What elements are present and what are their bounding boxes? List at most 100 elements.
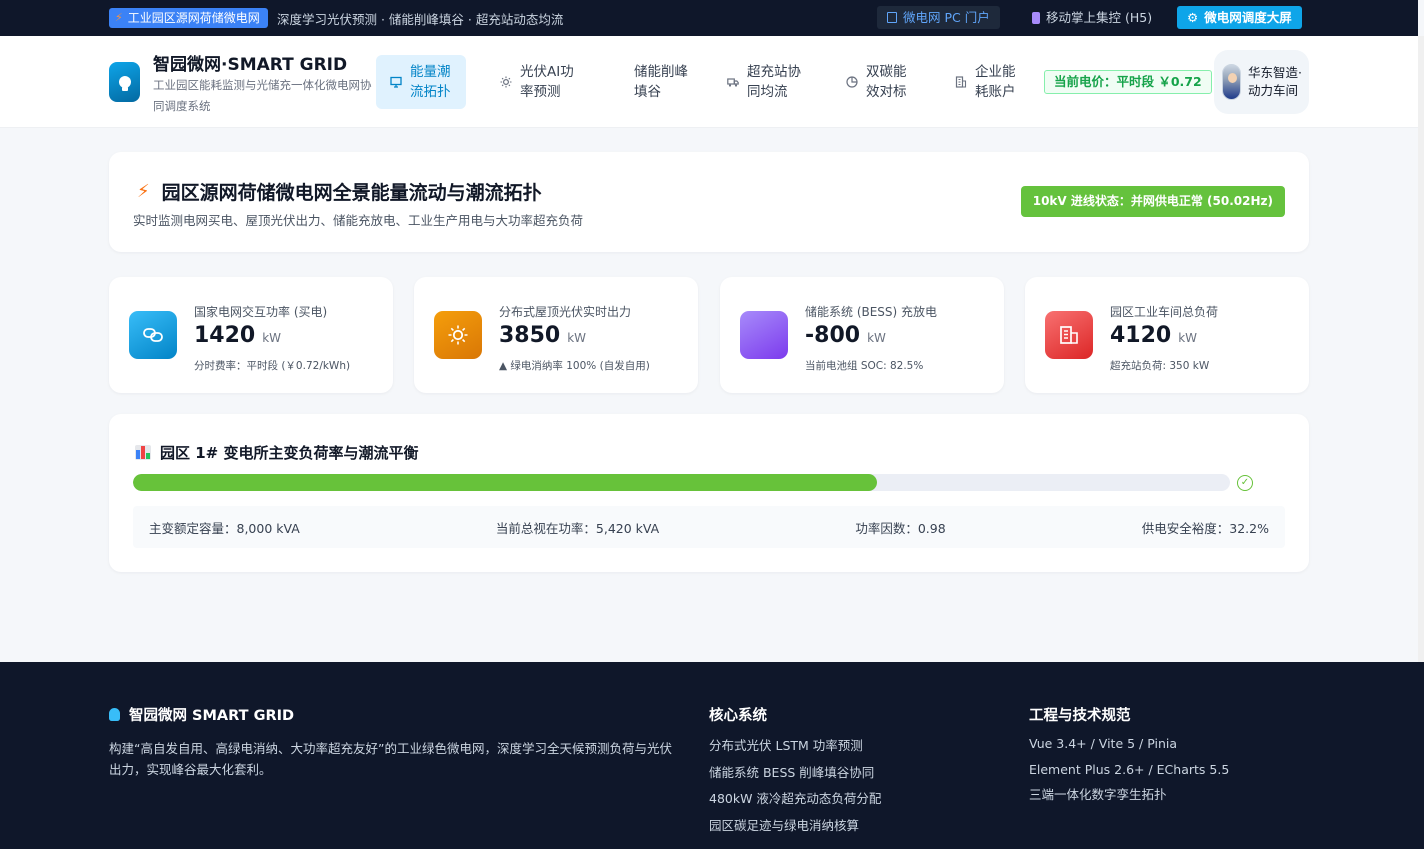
phone-icon	[1032, 11, 1040, 24]
big-screen-link[interactable]: ⚙ 微电网调度大屏	[1177, 6, 1302, 29]
footer-core-list: 分布式光伏 LSTM 功率预测 储能系统 BESS 削峰填谷协同 480kW 液…	[709, 735, 881, 841]
kpi-note: ▲ 绿电消纳率 100% (自发自用)	[499, 360, 650, 372]
link-icon	[129, 311, 177, 359]
grid-status-badge: 10kV 进线状态：并网供电正常 (50.02Hz)	[1020, 186, 1285, 217]
apparent-power: 当前总视在功率：5,420 kVA	[495, 520, 660, 536]
nav-label: 双碳能效对标	[866, 64, 907, 100]
page-title: ⚡ 园区源网荷储微电网全景能量流动与潮流拓扑	[137, 178, 542, 205]
kpi-card-pv-output: 分布式屋顶光伏实时出力 3850 kW ▲ 绿电消纳率 100% (自发自用)	[414, 277, 698, 393]
nav-energy-topology[interactable]: 能量潮流拓扑	[376, 55, 466, 109]
kpi-card-factory-load: 园区工业车间总负荷 4120 kW 超充站负荷: 350 kW	[1025, 277, 1309, 393]
electricity-price-tag: 当前电价：平时段 ￥0.72	[1044, 70, 1212, 94]
nav-label: 超充站协同均流	[747, 64, 801, 100]
sun-icon	[500, 76, 512, 88]
topology-hero-card: ⚡ 园区源网荷储微电网全景能量流动与潮流拓扑 实时监测电网买电、屋顶光伏出力、储…	[109, 152, 1309, 252]
pie-chart-icon	[846, 76, 858, 88]
top-slogan: 深度学习光伏预测 · 储能削峰填谷 · 超充站动态均流	[277, 12, 564, 27]
pc-portal-link[interactable]: 微电网 PC 门户	[877, 6, 1000, 29]
user-menu[interactable]: 华东智造·动力车间	[1214, 50, 1309, 114]
lightbulb-icon	[109, 708, 120, 721]
kpi-number: 3850	[499, 323, 561, 348]
system-badge: ⚡ 工业园区源网荷储微电网	[109, 8, 268, 28]
office-building-icon	[955, 76, 967, 88]
nav-pv-forecast[interactable]: 光伏AI功率预测	[500, 55, 582, 109]
section-title-text: 园区 1# 变电所主变负荷率与潮流平衡	[160, 444, 419, 462]
truck-icon	[727, 78, 739, 87]
footer-link[interactable]: Vue 3.4+ / Vite 5 / Pinia	[1029, 733, 1229, 759]
nav-label: 能量潮流拓扑	[410, 64, 451, 100]
footer-link[interactable]: Element Plus 2.6+ / ECharts 5.5	[1029, 759, 1229, 785]
transformer-load-card: 园区 1# 变电所主变负荷率与潮流平衡 ✓ 主变额定容量：8,000 kVA 当…	[109, 414, 1309, 572]
nav-carbon-benchmark[interactable]: 双碳能效对标	[846, 55, 912, 109]
big-screen-label: 微电网调度大屏	[1204, 10, 1292, 25]
kpi-value: 1420 kW	[194, 323, 281, 348]
footer-core-title: 核心系统	[709, 708, 767, 724]
check-circle-icon: ✓	[1237, 475, 1253, 491]
kpi-number: 4120	[1110, 323, 1172, 348]
avatar	[1222, 64, 1241, 100]
monitor-icon	[390, 76, 402, 88]
kpi-unit: kW	[567, 331, 587, 345]
footer-link[interactable]: 储能系统 BESS 削峰填谷协同	[709, 762, 881, 789]
page-title-text: 园区源网荷储微电网全景能量流动与潮流拓扑	[161, 182, 542, 204]
rated-capacity: 主变额定容量：8,000 kVA	[149, 520, 300, 536]
nav-storage-peak[interactable]: 储能削峰填谷	[634, 55, 696, 109]
load-progress-fill	[133, 474, 877, 491]
gear-icon: ⚙	[1187, 10, 1199, 25]
kpi-label: 园区工业车间总负荷	[1110, 305, 1219, 319]
lightbulb-icon	[118, 76, 131, 91]
safety-margin: 供电安全裕度：32.2%	[1141, 520, 1269, 536]
nav-charging-balance[interactable]: 超充站协同均流	[727, 55, 809, 109]
mobile-label: 移动掌上集控 (H5)	[1046, 10, 1153, 25]
footer-brand: 智园微网 SMART GRID	[109, 704, 294, 725]
kpi-label: 储能系统 (BESS) 充放电	[805, 305, 938, 319]
kpi-card-bess: 储能系统 (BESS) 充放电 -800 kW 当前电池组 SOC: 82.5%	[720, 277, 1004, 393]
kpi-label: 分布式屋顶光伏实时出力	[499, 305, 632, 319]
transformer-stats: 主变额定容量：8,000 kVA 当前总视在功率：5,420 kVA 功率因数：…	[133, 506, 1285, 548]
kpi-number: 1420	[194, 323, 256, 348]
kpi-value: -800 kW	[805, 323, 886, 348]
mobile-link[interactable]: 移动掌上集控 (H5)	[1022, 6, 1162, 29]
footer-description: 构建“高自发自用、高绿电消纳、大功率超充友好”的工业绿色微电网，深度学习全天候预…	[109, 741, 672, 777]
kpi-number: -800	[805, 323, 861, 348]
footer-link[interactable]: 三端一体化数字孪生拓扑	[1029, 784, 1229, 810]
kpi-note: 分时费率：平时段 (￥0.72/kWh)	[194, 360, 351, 372]
pc-portal-label: 微电网 PC 门户	[903, 10, 990, 25]
kpi-label: 国家电网交互功率 (买电)	[194, 305, 328, 319]
footer-brand-text: 智园微网 SMART GRID	[129, 708, 295, 724]
app-logo[interactable]	[109, 62, 140, 102]
monitor-icon	[887, 12, 897, 23]
footer-tech-title: 工程与技术规范	[1029, 708, 1131, 724]
brand-title: 智园微网·SMART GRID	[153, 55, 348, 75]
bolt-icon: ⚡	[137, 181, 150, 202]
footer-link[interactable]: 分布式光伏 LSTM 功率预测	[709, 735, 881, 762]
kpi-value: 3850 kW	[499, 323, 586, 348]
footer-link[interactable]: 园区碳足迹与绿电消纳核算	[709, 815, 881, 842]
system-badge-label: 工业园区源网荷储微电网	[127, 11, 260, 25]
page-footer: 智园微网 SMART GRID 构建“高自发自用、高绿电消纳、大功率超充友好”的…	[0, 662, 1424, 849]
footer-link[interactable]: 480kW 液冷超充动态负荷分配	[709, 788, 881, 815]
power-factor: 功率因数：0.98	[855, 520, 946, 536]
bar-chart-icon	[135, 445, 151, 460]
kpi-unit: kW	[262, 331, 282, 345]
section-title: 园区 1# 变电所主变负荷率与潮流平衡	[135, 442, 418, 463]
kpi-unit: kW	[867, 331, 886, 345]
factory-icon	[1045, 311, 1093, 359]
nav-label: 企业能耗账户	[975, 64, 1016, 100]
footer-tech-list: Vue 3.4+ / Vite 5 / Pinia Element Plus 2…	[1029, 733, 1229, 810]
kpi-card-grid-exchange: 国家电网交互功率 (买电) 1420 kW 分时费率：平时段 (￥0.72/kW…	[109, 277, 393, 393]
load-progress-bar	[133, 474, 1230, 491]
top-bar: ⚡ 工业园区源网荷储微电网 深度学习光伏预测 · 储能削峰填谷 · 超充站动态均…	[0, 0, 1418, 36]
scrollbar[interactable]	[1418, 36, 1424, 662]
page-subtitle: 实时监测电网买电、屋顶光伏出力、储能充放电、工业生产用电与大功率超充负荷	[133, 213, 584, 228]
bolt-icon: ⚡	[115, 11, 123, 24]
nav-label: 光伏AI功率预测	[520, 64, 574, 100]
nav-enterprise-account[interactable]: 企业能耗账户	[955, 55, 1021, 109]
kpi-unit: kW	[1178, 331, 1198, 345]
user-name: 华东智造·动力车间	[1248, 65, 1302, 98]
kpi-note: 当前电池组 SOC: 82.5%	[805, 360, 924, 372]
nav-label: 储能削峰填谷	[634, 64, 688, 100]
sun-icon	[434, 311, 482, 359]
battery-icon	[740, 311, 788, 359]
kpi-note: 超充站负荷: 350 kW	[1110, 360, 1210, 372]
